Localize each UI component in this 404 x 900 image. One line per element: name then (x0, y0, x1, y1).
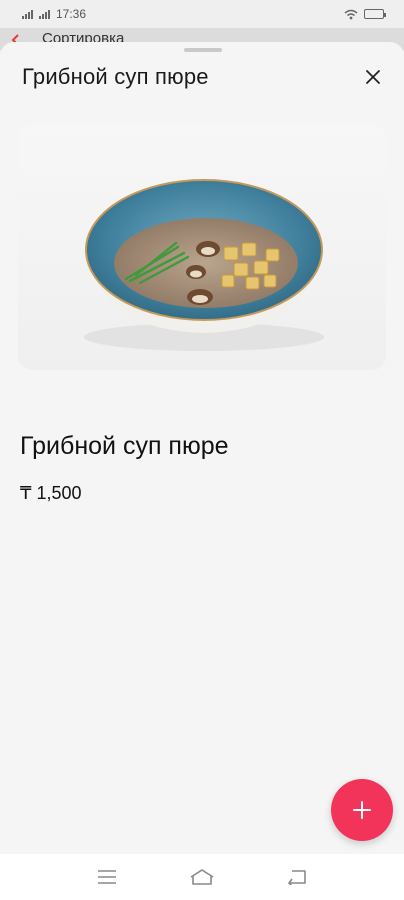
system-nav-bar (0, 854, 404, 900)
nav-home-button[interactable] (182, 862, 222, 892)
product-name: Грибной суп пюре (20, 432, 229, 460)
product-price: ₸ 1,500 (20, 483, 82, 503)
product-sheet: Грибной суп пюре Грибной суп пюре ₸ 1,50… (0, 42, 404, 854)
battery-icon (364, 9, 386, 19)
menu-icon (98, 870, 117, 884)
home-icon (190, 869, 214, 885)
sheet-title: Грибной суп пюре (22, 64, 209, 89)
close-button[interactable] (360, 64, 386, 90)
nav-menu-button[interactable] (87, 862, 127, 892)
add-to-cart-button[interactable] (331, 779, 393, 841)
status-right (344, 9, 386, 20)
drag-handle[interactable] (184, 48, 222, 52)
product-image (18, 125, 386, 370)
signal-icon (22, 9, 33, 19)
status-time: 17:36 (56, 7, 87, 21)
plus-icon (353, 801, 371, 819)
back-icon (287, 870, 306, 885)
status-left: 17:36 (22, 7, 86, 21)
soup-bowl-illustration (84, 179, 324, 351)
close-icon (366, 70, 380, 84)
wifi-icon (344, 9, 358, 19)
status-bar: 17:36 (0, 0, 404, 28)
signal-icon-2 (39, 9, 50, 19)
nav-back-button[interactable] (277, 862, 317, 892)
